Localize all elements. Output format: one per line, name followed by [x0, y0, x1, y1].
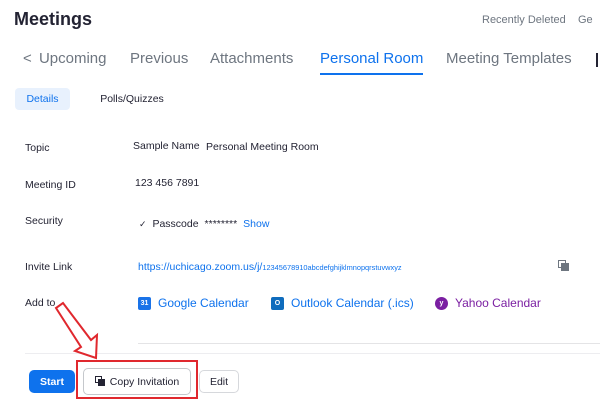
outlook-calendar-label: Outlook Calendar (.ics) [291, 296, 414, 310]
topic-label: Topic [25, 142, 50, 154]
outlook-calendar-link[interactable]: O Outlook Calendar (.ics) [271, 296, 414, 310]
truncated-tab-edge [596, 53, 598, 67]
active-tab-indicator [320, 73, 423, 75]
invite-link[interactable]: https://uchicago.zoom.us/j/12345678910ab… [138, 261, 402, 273]
meeting-id-label: Meeting ID [25, 179, 76, 191]
chevron-left-icon: < [23, 50, 32, 67]
yahoo-icon: y [435, 296, 448, 310]
annotation-arrow-icon [54, 301, 99, 360]
recently-deleted-link[interactable]: Recently Deleted [482, 14, 566, 26]
tab-label: Upcoming [38, 50, 107, 67]
topic-value: Personal Meeting Room [206, 141, 319, 153]
invite-link-tail: 12345678910abcdefghijklmnopqrstuvwxyz [262, 263, 402, 272]
edit-button[interactable]: Edit [199, 370, 239, 393]
tab-previous[interactable]: Previous [130, 50, 188, 67]
meeting-tabs: < Upcoming Previous Attachments Personal… [0, 44, 600, 76]
footer-divider [25, 353, 600, 354]
tab-personal-room[interactable]: Personal Room [320, 50, 423, 67]
annotation-highlight-box [76, 360, 198, 399]
meeting-id-value: 123 456 7891 [135, 177, 200, 189]
security-row: ✓ Passcode ******** Show [139, 218, 269, 230]
yahoo-calendar-link[interactable]: y Yahoo Calendar [435, 296, 541, 310]
tab-attachments[interactable]: Attachments [210, 50, 293, 67]
passcode-label: Passcode [152, 218, 199, 230]
tab-upcoming[interactable]: < Upcoming [23, 50, 106, 67]
security-label: Security [25, 215, 63, 227]
check-icon: ✓ [139, 219, 147, 229]
google-calendar-icon: 31 [138, 296, 151, 310]
yahoo-calendar-label: Yahoo Calendar [455, 296, 541, 310]
start-button[interactable]: Start [29, 370, 75, 393]
google-calendar-link[interactable]: 31 Google Calendar [138, 296, 249, 310]
copy-link-icon[interactable] [558, 260, 570, 272]
google-calendar-label: Google Calendar [158, 296, 249, 310]
show-passcode-link[interactable]: Show [243, 218, 269, 230]
passcode-value: ******** [204, 218, 238, 230]
tab-meeting-templates[interactable]: Meeting Templates [446, 50, 572, 67]
invite-link-main: https://uchicago.zoom.us/j/ [138, 261, 263, 273]
subtab-details[interactable]: Details [15, 88, 70, 110]
outlook-icon: O [271, 296, 284, 310]
topic-name: Sample Name [133, 140, 200, 152]
section-divider [138, 343, 600, 344]
truncated-header-link[interactable]: Ge [578, 14, 593, 26]
subtab-polls-quizzes[interactable]: Polls/Quizzes [90, 88, 174, 110]
invite-link-label: Invite Link [25, 261, 73, 273]
page-title: Meetings [14, 9, 93, 29]
